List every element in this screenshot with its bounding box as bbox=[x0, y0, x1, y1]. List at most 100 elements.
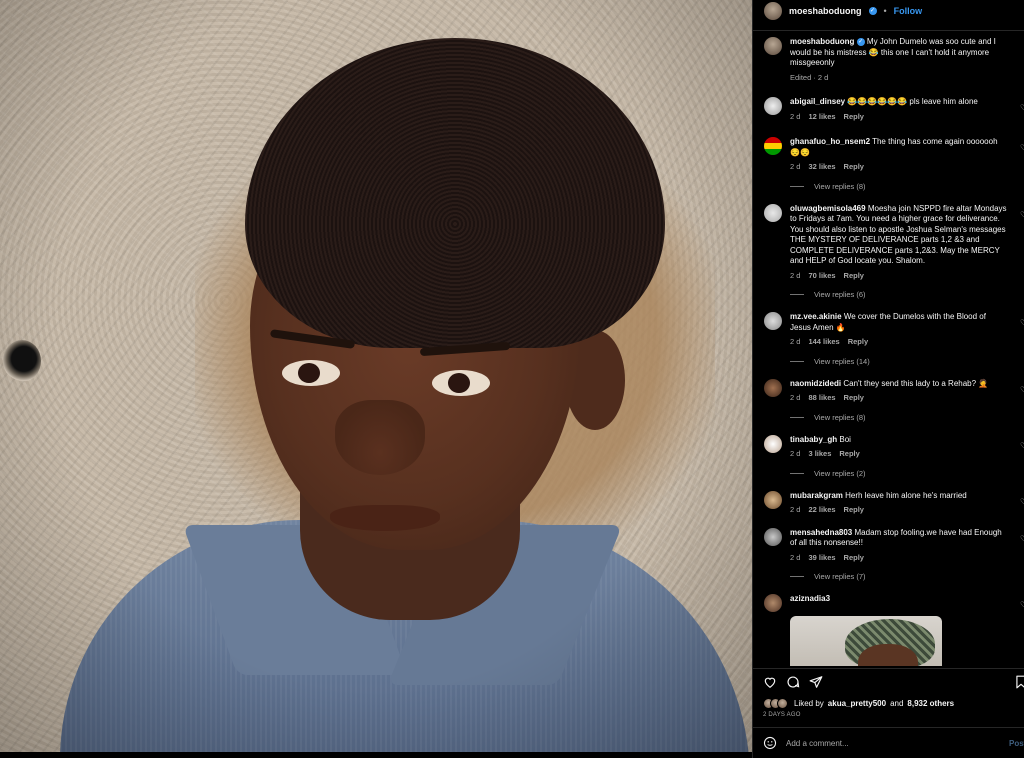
likes-summary: Liked by akua_pretty500 and 8,932 others bbox=[763, 698, 954, 709]
comment-time: 2 d bbox=[790, 505, 801, 514]
post-action-bar: Liked by akua_pretty500 and 8,932 others… bbox=[753, 668, 1024, 728]
likes-others[interactable]: 8,932 others bbox=[907, 699, 954, 708]
comment-likes[interactable]: 144 likes bbox=[808, 337, 839, 348]
comment-image-thumbnail[interactable] bbox=[790, 616, 942, 666]
view-replies-label: View replies (6) bbox=[814, 290, 866, 299]
comment-likes[interactable]: 3 likes bbox=[808, 449, 831, 460]
commenter-avatar[interactable] bbox=[764, 490, 782, 509]
comment-like-icon[interactable]: ♡ bbox=[1020, 497, 1024, 506]
reply-button[interactable]: Reply bbox=[844, 162, 864, 173]
view-replies-label: View replies (8) bbox=[814, 181, 866, 191]
reply-button[interactable]: Reply bbox=[844, 271, 864, 282]
comment-time: 2 d bbox=[790, 111, 801, 121]
commenter-username[interactable]: abigail_dinsey bbox=[790, 97, 845, 106]
comment-time: 2 d bbox=[790, 162, 801, 171]
comment-like-icon[interactable]: ♡ bbox=[1020, 534, 1024, 543]
commenter-username[interactable]: mz.vee.akinie bbox=[790, 312, 842, 321]
commenter-avatar[interactable] bbox=[764, 97, 782, 115]
comment-item: ghanafuo_ho_nsem2 The thing has come aga… bbox=[753, 137, 1024, 173]
comment-like-icon[interactable]: ♡ bbox=[1020, 103, 1024, 112]
comment-like-icon[interactable]: ♡ bbox=[1020, 385, 1024, 394]
comment-composer: Post bbox=[753, 727, 1024, 758]
commenter-username[interactable]: oluwagbemisola469 bbox=[790, 204, 866, 213]
comment-item: aziznadia3 ♡ bbox=[753, 594, 1024, 612]
commenter-avatar[interactable] bbox=[764, 137, 782, 155]
commenter-username[interactable]: mubarakgram bbox=[790, 491, 843, 500]
comment-like-icon[interactable]: ♡ bbox=[1020, 143, 1024, 152]
comment-like-icon[interactable]: ♡ bbox=[1020, 441, 1024, 450]
reply-button[interactable]: Reply bbox=[844, 553, 864, 564]
comment-time: 2 d bbox=[790, 337, 801, 346]
post-side-panel: moeshaboduong ✓ • Follow moeshaboduong ✓… bbox=[752, 0, 1024, 758]
post-caption: moeshaboduong ✓ My John Dumelo was soo c… bbox=[753, 37, 1024, 83]
commenter-avatar[interactable] bbox=[764, 434, 782, 453]
comments-list[interactable]: moeshaboduong ✓ My John Dumelo was soo c… bbox=[753, 30, 1024, 666]
comment-likes[interactable]: 88 likes bbox=[808, 393, 835, 404]
comment-likes[interactable]: 70 likes bbox=[808, 271, 835, 282]
comment-time: 2 d bbox=[790, 393, 801, 402]
liker-username[interactable]: akua_pretty500 bbox=[828, 699, 886, 708]
reply-button[interactable]: Reply bbox=[844, 505, 864, 516]
view-replies-button[interactable]: View replies (14) bbox=[790, 357, 1024, 366]
comment-time: 2 d bbox=[790, 552, 801, 562]
view-replies-button[interactable]: View replies (6) bbox=[790, 290, 1024, 299]
post-timestamp: 2 DAYS AGO bbox=[763, 712, 801, 718]
commenter-username[interactable]: tinababy_gh bbox=[790, 435, 837, 444]
header-separator: • bbox=[883, 6, 887, 16]
author-avatar[interactable] bbox=[764, 2, 782, 20]
photo-vignette bbox=[0, 0, 752, 752]
follow-button[interactable]: Follow bbox=[894, 6, 923, 16]
comment-item: mubarakgram Herh leave him alone he's ma… bbox=[753, 490, 1024, 516]
liker-avatars bbox=[763, 698, 788, 709]
view-replies-button[interactable]: View replies (2) bbox=[790, 469, 1024, 478]
heart-icon[interactable] bbox=[763, 675, 777, 689]
commenter-username[interactable]: mensahedna803 bbox=[790, 528, 852, 537]
view-replies-button[interactable]: View replies (7) bbox=[790, 572, 1024, 581]
commenter-username[interactable]: aziznadia3 bbox=[790, 594, 830, 603]
comment-text: Herh leave him alone he's married bbox=[845, 490, 967, 500]
view-replies-button[interactable]: View replies (8) bbox=[790, 413, 1024, 422]
post-header: moeshaboduong ✓ • Follow bbox=[753, 0, 1024, 22]
commenter-username[interactable]: ghanafuo_ho_nsem2 bbox=[790, 137, 870, 146]
comment-time: 2 d bbox=[790, 449, 801, 458]
commenter-avatar[interactable] bbox=[764, 378, 782, 397]
commenter-avatar[interactable] bbox=[764, 594, 782, 612]
emoji-icon[interactable] bbox=[763, 736, 777, 750]
comment-item: mz.vee.akinie We cover the Dumelos with … bbox=[753, 312, 1024, 348]
comment-item: abigail_dinsey 😂😂😂😂😂😂 pls leave him alon… bbox=[753, 97, 1024, 122]
comment-item: naomidzidedi Can't they send this lady t… bbox=[753, 378, 1024, 404]
reply-button[interactable]: Reply bbox=[848, 337, 868, 348]
comment-text: Can't they send this lady to a Rehab? 🤦 bbox=[843, 378, 989, 388]
comment-text: Boi bbox=[839, 434, 851, 444]
commenter-avatar[interactable] bbox=[764, 312, 782, 330]
view-replies-button[interactable]: View replies (8) bbox=[790, 182, 1024, 191]
reply-button[interactable]: Reply bbox=[844, 112, 864, 123]
likes-prefix: Liked by bbox=[794, 699, 824, 708]
caption-avatar[interactable] bbox=[764, 37, 782, 55]
commenter-username[interactable]: naomidzidedi bbox=[790, 379, 841, 388]
likes-and: and bbox=[890, 699, 904, 708]
comment-input[interactable] bbox=[786, 738, 986, 748]
post-comment-button[interactable]: Post bbox=[1009, 739, 1024, 748]
comment-likes[interactable]: 32 likes bbox=[808, 162, 835, 173]
share-icon[interactable] bbox=[809, 675, 823, 689]
comment-like-icon[interactable]: ♡ bbox=[1020, 210, 1024, 219]
reply-button[interactable]: Reply bbox=[839, 449, 859, 460]
comment-likes[interactable]: 39 likes bbox=[808, 553, 835, 564]
commenter-avatar[interactable] bbox=[764, 203, 782, 222]
action-icons bbox=[763, 675, 823, 689]
commenter-avatar[interactable] bbox=[764, 527, 782, 546]
caption-meta: Edited · 2 d bbox=[790, 72, 829, 82]
comment-likes[interactable]: 12 likes bbox=[808, 112, 835, 123]
bookmark-icon[interactable] bbox=[1014, 675, 1024, 689]
reply-button[interactable]: Reply bbox=[844, 393, 864, 404]
comment-likes[interactable]: 22 likes bbox=[808, 505, 835, 516]
comment-like-icon[interactable]: ♡ bbox=[1020, 318, 1024, 327]
caption-username[interactable]: moeshaboduong bbox=[790, 37, 854, 46]
verified-badge-icon: ✓ bbox=[856, 37, 865, 46]
author-username[interactable]: moeshaboduong bbox=[789, 6, 862, 16]
post-photo[interactable] bbox=[0, 0, 752, 752]
comment-text: 😂😂😂😂😂😂 pls leave him alone bbox=[847, 97, 978, 106]
comment-like-icon[interactable]: ♡ bbox=[1020, 600, 1024, 609]
comment-icon[interactable] bbox=[786, 675, 800, 689]
